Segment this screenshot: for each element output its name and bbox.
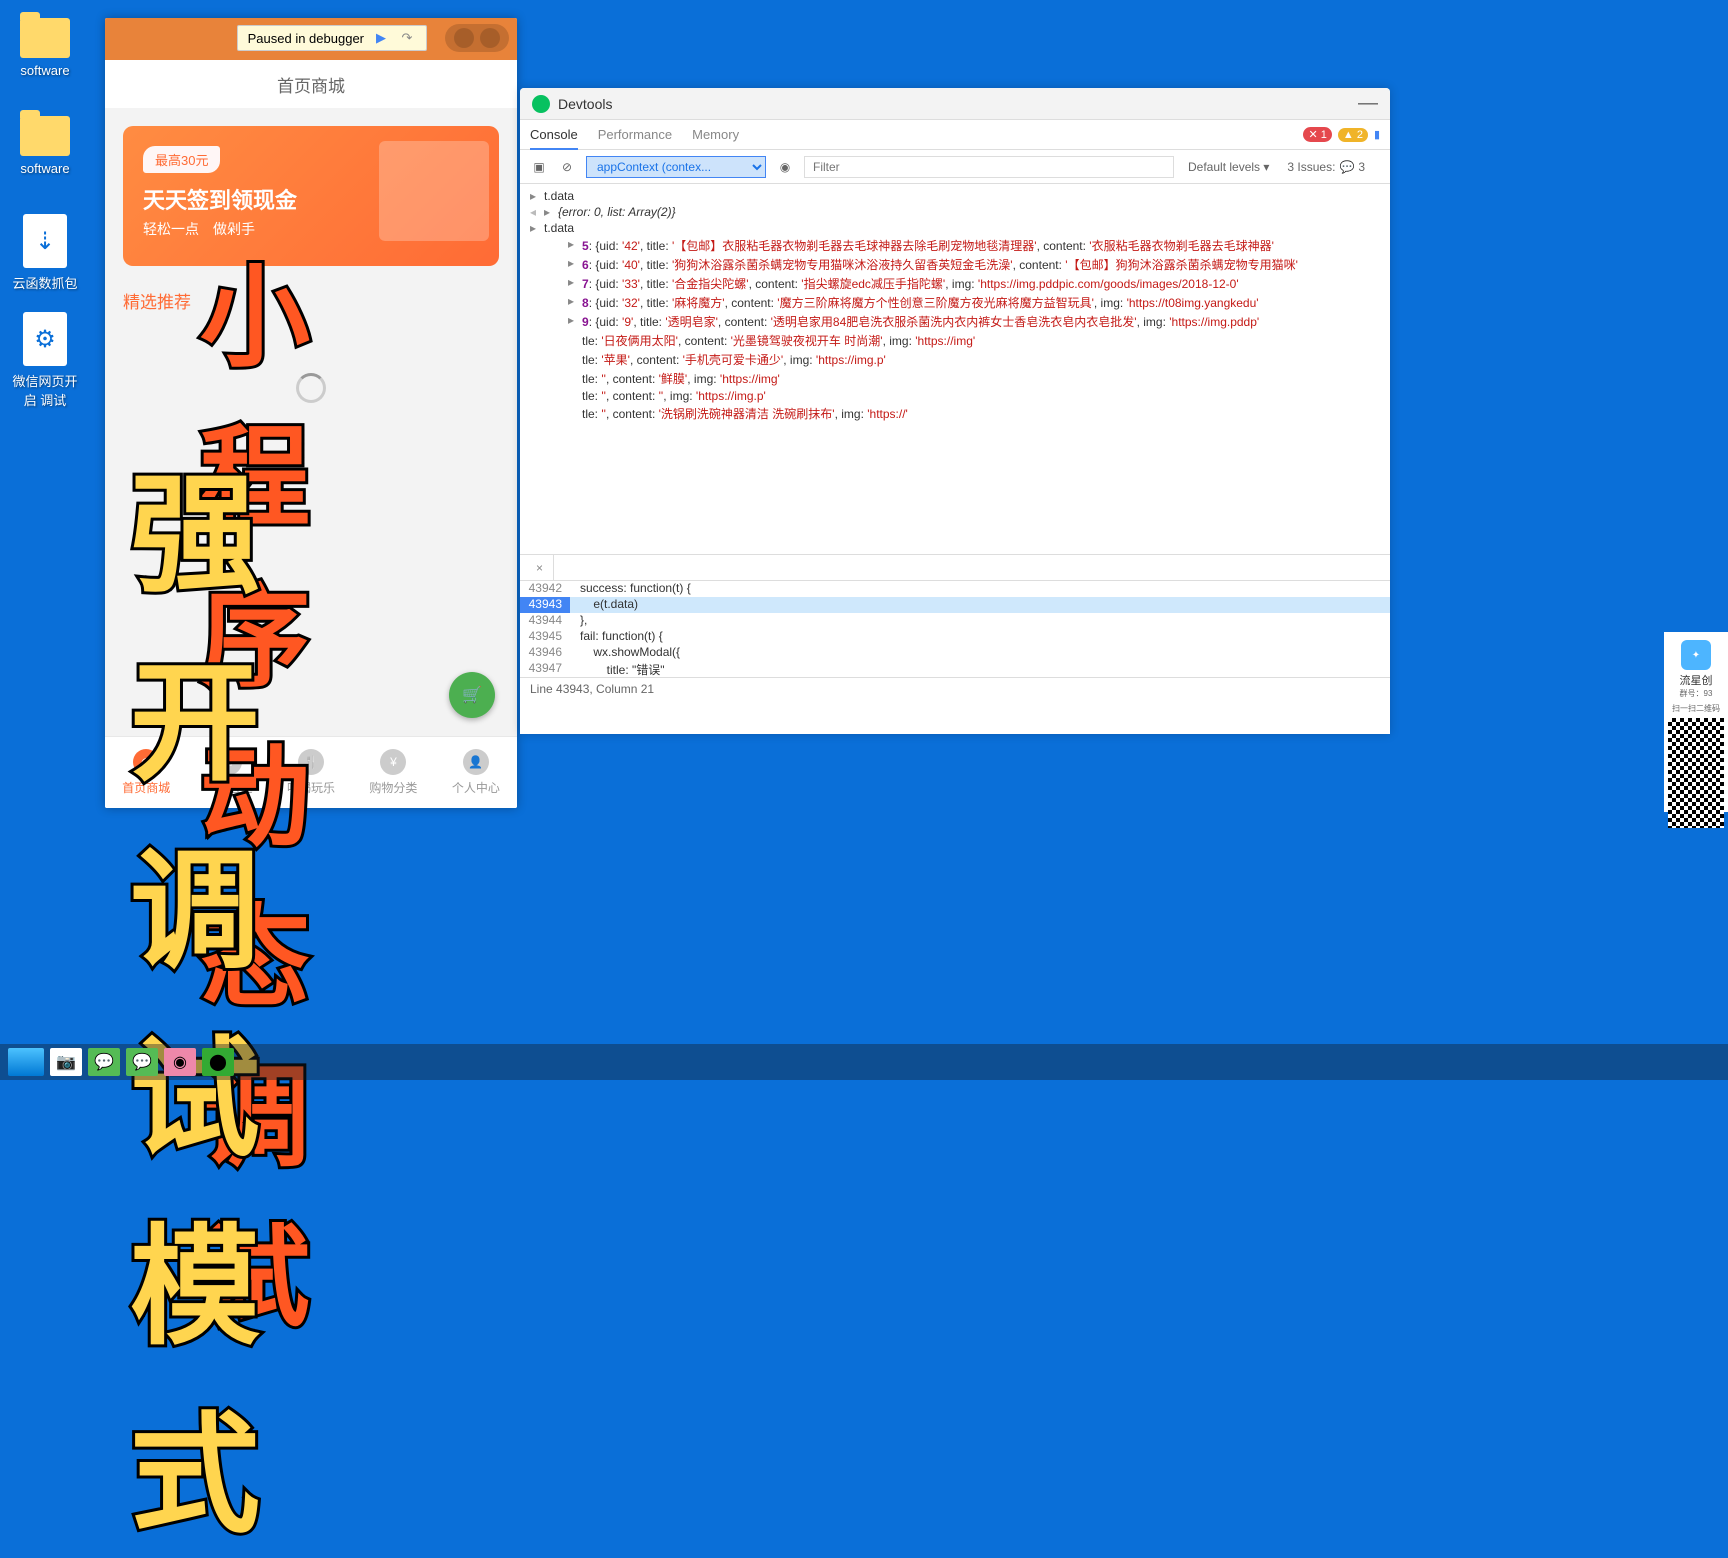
code-line: 43946 wx.showModal({ — [520, 645, 1390, 661]
debugger-controls: Paused in debugger ▶ ↷ — [237, 24, 509, 52]
phone-simulator: Paused in debugger ▶ ↷ 首页商城 最高30元 天天签到领现… — [105, 18, 517, 808]
tab-memory[interactable]: Memory — [692, 127, 739, 142]
code-line: 43947 title: "错误" — [520, 661, 1390, 677]
log-line: ▸8: {uid: '32', title: '麻将魔方', content: … — [520, 293, 1390, 312]
tabbar-home[interactable]: ◉首页商城 — [105, 737, 187, 808]
phone-content: 最高30元 天天签到领现金 轻松一点 做剁手 精选推荐 — [105, 108, 517, 736]
code-line: 43945fail: function(t) { — [520, 629, 1390, 645]
context-select[interactable]: appContext (contex... — [586, 156, 766, 178]
devtools-tabs: Console Performance Memory ✕ 1 ▲ 2 ▮ — [520, 120, 1390, 150]
qr-code — [1668, 718, 1724, 828]
minimize-button[interactable]: — — [1358, 92, 1378, 115]
desktop-icon-label: software — [20, 161, 69, 176]
taskbar: 📷 💬 💬 ◉ ⬤ — [0, 1044, 1728, 1080]
desktop-icon-file[interactable]: ⇣云函数抓包 — [10, 214, 80, 292]
promo-card[interactable]: 最高30元 天天签到领现金 轻松一点 做剁手 — [123, 126, 499, 266]
brand-name: 流星创 — [1668, 672, 1724, 688]
step-icon[interactable]: ↷ — [398, 29, 416, 47]
code-line: 43944}, — [520, 613, 1390, 629]
taskbar-item[interactable]: 💬 — [126, 1048, 158, 1076]
sidebar-toggle-icon[interactable]: ▣ — [530, 158, 548, 176]
resume-icon[interactable]: ▶ — [372, 29, 390, 47]
log-line: ▸5: {uid: '42', title: '【包邮】衣服粘毛器衣物剃毛器去毛… — [520, 236, 1390, 255]
code-line: 43942success: function(t) { — [520, 581, 1390, 597]
desktop-icon-label: 微信网页开启 调试 — [12, 374, 77, 408]
loading-spinner — [296, 373, 326, 403]
live-expression-icon[interactable]: ◉ — [776, 158, 794, 176]
tabbar-shop[interactable]: ¥购物分类 — [352, 737, 434, 808]
start-button[interactable] — [8, 1048, 44, 1076]
yen-icon: ¥ — [380, 749, 406, 775]
brand-sub: 群号：93 — [1668, 688, 1724, 699]
log-line: ▸6: {uid: '40', title: '狗狗沐浴露杀菌杀螨宠物专用猫咪沐… — [520, 255, 1390, 274]
tab-performance[interactable]: Performance — [598, 127, 672, 142]
devtools-titlebar: Devtools — — [520, 88, 1390, 120]
desktop-icon-label: software — [20, 63, 69, 78]
log-line: tle: '', content: '洗锅刷洗碗神器清洁 洗碗刷抹布', img… — [520, 404, 1390, 423]
taskbar-item[interactable]: 📷 — [50, 1048, 82, 1076]
issues-link[interactable]: 3 Issues: 💬 3 — [1287, 160, 1365, 174]
log-line: {error: 0, list: Array(2)} — [558, 205, 676, 219]
tab-console[interactable]: Console — [530, 127, 578, 150]
warn-badge[interactable]: ▲ 2 — [1338, 128, 1368, 142]
log-line: tle: '日夜俩用太阳', content: '光墨镜驾驶夜视开车 时尚潮',… — [520, 331, 1390, 350]
clear-console-icon[interactable]: ⊘ — [558, 158, 576, 176]
desktop-icon-file[interactable]: ⚙微信网页开启 调试 — [10, 312, 80, 409]
tab-featured[interactable]: 精选推荐 — [123, 288, 191, 313]
home-icon: ◉ — [133, 749, 159, 775]
devtools-icon — [532, 95, 550, 113]
capsule-buttons[interactable] — [445, 24, 509, 52]
page-title: 首页商城 — [105, 60, 517, 108]
error-badge[interactable]: ✕ 1 — [1303, 127, 1331, 142]
debugger-status: Paused in debugger ▶ ↷ — [237, 25, 427, 51]
phone-top-bar: Paused in debugger ▶ ↷ — [105, 18, 517, 60]
brand-icon: ✦ — [1681, 640, 1711, 670]
tabbar-profile[interactable]: 👤个人中心 — [435, 737, 517, 808]
filter-input[interactable] — [804, 156, 1174, 178]
house-icon: ⌂ — [216, 749, 242, 775]
close-icon[interactable]: × — [536, 561, 543, 575]
cart-icon: 🛒 — [462, 685, 482, 705]
log-line: ▸9: {uid: '9', title: '透明皂家', content: '… — [520, 312, 1390, 331]
fork-icon: 🍴 — [298, 749, 324, 775]
log-line: tle: '', content: '鲜膜', img: 'https://im… — [520, 369, 1390, 388]
settings-icon[interactable]: ▮ — [1374, 128, 1380, 141]
status-bar: Line 43943, Column 21 — [520, 677, 1390, 699]
source-tab[interactable]: × — [520, 555, 554, 580]
log-line: ▸7: {uid: '33', title: '合金指尖陀螺', content… — [520, 274, 1390, 293]
tabbar-direct[interactable]: ⌂一键直达 — [187, 737, 269, 808]
taskbar-item[interactable]: ⬤ — [202, 1048, 234, 1076]
source-tabs: × — [520, 555, 1390, 581]
debugger-label: Paused in debugger — [248, 31, 364, 46]
code-editor[interactable]: 43942success: function(t) {43943 e(t.dat… — [520, 581, 1390, 677]
taskbar-item[interactable]: ◉ — [164, 1048, 196, 1076]
log-line: tle: '', content: '', img: 'https://img.… — [520, 388, 1390, 404]
devtools-window: Devtools — Console Performance Memory ✕ … — [520, 88, 1390, 734]
promo-illustration — [379, 141, 489, 241]
log-levels[interactable]: Default levels ▾ — [1188, 160, 1269, 174]
sources-panel: × 43942success: function(t) {43943 e(t.d… — [520, 554, 1390, 699]
user-icon: 👤 — [463, 749, 489, 775]
console-toolbar: ▣ ⊘ appContext (contex... ◉ Default leve… — [520, 150, 1390, 184]
console-output[interactable]: ▸t.data ◂▸{error: 0, list: Array(2)} ▸t.… — [520, 184, 1390, 554]
promo-badge: 最高30元 — [143, 146, 220, 173]
log-line: t.data — [544, 189, 574, 203]
desktop-icon-folder[interactable]: software — [10, 18, 80, 78]
code-line: 43943 e(t.data) — [520, 597, 1390, 613]
taskbar-item[interactable]: 💬 — [88, 1048, 120, 1076]
cart-fab[interactable]: 🛒 — [449, 672, 495, 718]
tabbar-food[interactable]: 🍴吃喝玩乐 — [270, 737, 352, 808]
desktop-icon-folder[interactable]: software — [10, 116, 80, 176]
devtools-title: Devtools — [558, 96, 612, 112]
bottom-tabbar: ◉首页商城 ⌂一键直达 🍴吃喝玩乐 ¥购物分类 👤个人中心 — [105, 736, 517, 808]
category-tabs[interactable]: 精选推荐 — [123, 288, 499, 313]
qr-scan-label: 扫一扫二维码 — [1668, 703, 1724, 714]
log-line: tle: '苹果', content: '手机壳可爱卡通少', img: 'ht… — [520, 350, 1390, 369]
qr-panel: ✦ 流星创 群号：93 扫一扫二维码 — [1664, 632, 1728, 812]
log-line: t.data — [544, 221, 574, 235]
desktop-icon-label: 云函数抓包 — [12, 276, 77, 291]
